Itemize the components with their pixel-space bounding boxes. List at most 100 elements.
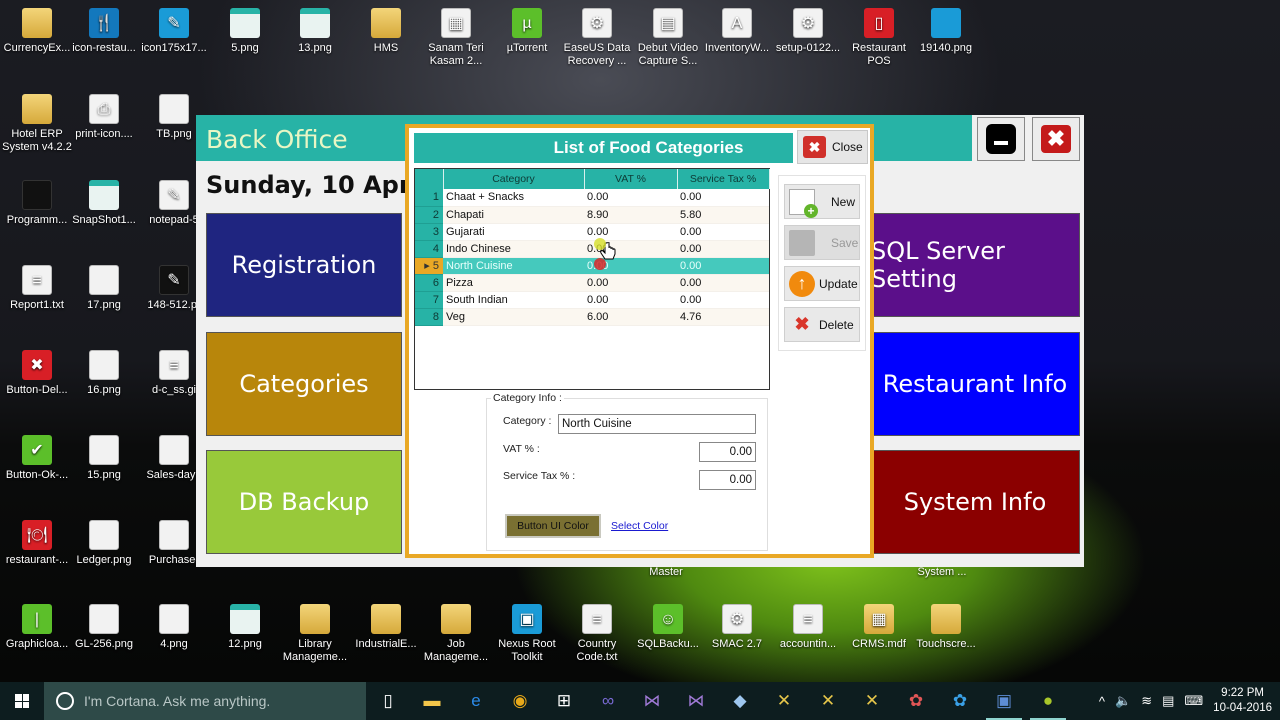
desktop-icon[interactable]: Touchscre... bbox=[909, 604, 983, 651]
app-icon-2[interactable]: ✿ bbox=[938, 682, 982, 720]
row-number[interactable]: 7 bbox=[415, 291, 443, 309]
db-backup-tile[interactable]: DB Backup bbox=[206, 450, 402, 554]
table-row[interactable]: 3 Gujarati 0.00 0.00 bbox=[415, 223, 769, 241]
desktop-icon[interactable]: ≡ accountin... bbox=[771, 604, 845, 651]
volume-icon[interactable]: 🔈 bbox=[1115, 693, 1131, 709]
table-row[interactable]: 1 Chaat + Snacks 0.00 0.00 bbox=[415, 189, 769, 207]
wifi-icon[interactable]: ≋ bbox=[1141, 693, 1152, 709]
vat-cell[interactable]: 8.90 bbox=[584, 206, 677, 224]
table-row[interactable]: 7 South Indian 0.00 0.00 bbox=[415, 291, 769, 309]
desktop-icon[interactable]: Hotel ERP System v4.2.2 bbox=[0, 94, 74, 154]
row-number[interactable]: 6 bbox=[415, 274, 443, 292]
desktop-icon[interactable]: 12.png bbox=[208, 604, 282, 651]
service-tax-cell[interactable]: 0.00 bbox=[677, 189, 769, 207]
desktop-icon[interactable]: 19140.png bbox=[909, 8, 983, 55]
visual-studio-code-icon[interactable]: ∞ bbox=[586, 682, 630, 720]
desktop-icon[interactable]: ✖ Button-Del... bbox=[0, 350, 74, 397]
desktop-icon[interactable]: Job Manageme... bbox=[419, 604, 493, 664]
category-cell[interactable]: South Indian bbox=[443, 291, 584, 309]
save-app-icon[interactable]: ▣ bbox=[982, 682, 1026, 720]
service-tax-cell[interactable]: 0.00 bbox=[677, 257, 769, 275]
table-row[interactable]: 6 Pizza 0.00 0.00 bbox=[415, 274, 769, 292]
desktop-icon[interactable]: ▣ Nexus Root Toolkit bbox=[490, 604, 564, 664]
desktop-icon[interactable]: Programm... bbox=[0, 180, 74, 227]
categories-tile[interactable]: Categories bbox=[206, 332, 402, 436]
edge-icon[interactable]: e bbox=[454, 682, 498, 720]
setup-tool-icon-3[interactable]: ✕ bbox=[850, 682, 894, 720]
desktop-icon[interactable]: SnapShot1... bbox=[67, 180, 141, 227]
window-close-button[interactable]: ✖ bbox=[1032, 117, 1080, 161]
dialog-close-button[interactable]: ✖ Close bbox=[797, 130, 868, 164]
button-ui-color-button[interactable]: Button UI Color bbox=[505, 514, 601, 538]
task-view-icon[interactable]: ▯ bbox=[366, 682, 410, 720]
select-color-link[interactable]: Select Color bbox=[611, 520, 668, 532]
desktop-icon[interactable]: ≡ Report1.txt bbox=[0, 265, 74, 312]
desktop-icon[interactable]: Library Manageme... bbox=[278, 604, 352, 664]
vat-cell[interactable]: 0.00 bbox=[584, 274, 677, 292]
desktop-icon[interactable]: 17.png bbox=[67, 265, 141, 312]
desktop-icon[interactable]: 16.png bbox=[67, 350, 141, 397]
service-tax-cell[interactable]: 0.00 bbox=[677, 274, 769, 292]
desktop-icon[interactable]: ⚙ setup-0122... bbox=[771, 8, 845, 55]
app-icon[interactable]: ✿ bbox=[894, 682, 938, 720]
service-tax-cell[interactable]: 5.80 bbox=[677, 206, 769, 224]
clock[interactable]: 9:22 PM 10-04-2016 bbox=[1213, 686, 1272, 716]
desktop-icon[interactable]: Ledger.png bbox=[67, 520, 141, 567]
visual-studio-icon[interactable]: ⋈ bbox=[630, 682, 674, 720]
row-number[interactable]: 4 bbox=[415, 240, 443, 258]
service-tax-cell[interactable]: 0.00 bbox=[677, 223, 769, 241]
category-input[interactable] bbox=[558, 414, 756, 434]
keyboard-icon[interactable]: ⌨ bbox=[1184, 693, 1203, 709]
desktop-icon[interactable]: ▦ CRMS.mdf bbox=[842, 604, 916, 651]
column-header-category[interactable]: Category bbox=[443, 169, 585, 189]
desktop-icon[interactable]: ⎙ print-icon.... bbox=[67, 94, 141, 141]
desktop-icon[interactable]: IndustrialE... bbox=[349, 604, 423, 651]
desktop-icon[interactable]: ✎ icon175x17... bbox=[137, 8, 211, 55]
row-number[interactable]: 2 bbox=[415, 206, 443, 224]
service-tax-cell[interactable]: 0.00 bbox=[677, 291, 769, 309]
row-number[interactable]: 1 bbox=[415, 189, 443, 207]
restaurant-info-tile[interactable]: Restaurant Info bbox=[870, 332, 1080, 436]
restaurant-app-icon[interactable]: ● bbox=[1026, 682, 1070, 720]
service-tax-input[interactable] bbox=[699, 470, 756, 490]
visual-studio-icon-2[interactable]: ⋈ bbox=[674, 682, 718, 720]
table-row[interactable]: ▸ 5North Cuisine0.000.00 bbox=[415, 257, 769, 275]
desktop-icon[interactable]: 🍽 restaurant-... bbox=[0, 520, 74, 567]
category-cell[interactable]: Veg bbox=[443, 308, 584, 326]
desktop-icon[interactable]: 🍴 icon-restau... bbox=[67, 8, 141, 55]
desktop-icon[interactable]: CurrencyEx... bbox=[0, 8, 74, 55]
chrome-icon[interactable]: ◉ bbox=[498, 682, 542, 720]
save-button[interactable]: Save bbox=[784, 225, 860, 260]
desktop-icon-label[interactable]: Master bbox=[629, 566, 703, 579]
new-button[interactable]: New bbox=[784, 184, 860, 219]
desktop-icon[interactable]: ⚙ SMAC 2.7 bbox=[700, 604, 774, 651]
desktop-icon[interactable]: ⚙ EaseUS Data Recovery ... bbox=[560, 8, 634, 68]
desktop-icon[interactable]: ▦ Sanam Teri Kasam 2... bbox=[419, 8, 493, 68]
minimize-button[interactable] bbox=[977, 117, 1025, 161]
table-row[interactable]: 2 Chapati 8.90 5.80 bbox=[415, 206, 769, 224]
setup-tool-icon[interactable]: ✕ bbox=[762, 682, 806, 720]
row-number[interactable]: 3 bbox=[415, 223, 443, 241]
desktop-icon[interactable]: 13.png bbox=[278, 8, 352, 55]
vat-cell[interactable]: 6.00 bbox=[584, 308, 677, 326]
desktop-icon[interactable]: ☺ SQLBacku... bbox=[631, 604, 705, 651]
desktop-icon[interactable]: | Graphicloa... bbox=[0, 604, 74, 651]
desktop-icon[interactable]: ▯ Restaurant POS bbox=[842, 8, 916, 68]
desktop-icon[interactable]: µ µTorrent bbox=[490, 8, 564, 55]
update-button[interactable]: ↑ Update bbox=[784, 266, 860, 301]
categories-grid[interactable]: Category VAT % Service Tax % 1 Chaat + Sn… bbox=[414, 168, 770, 390]
show-hidden-icons-chevron-icon[interactable]: ^ bbox=[1099, 694, 1105, 709]
category-cell[interactable]: North Cuisine bbox=[443, 257, 584, 275]
desktop-icon[interactable]: ✔ Button-Ok-... bbox=[0, 435, 74, 482]
start-button[interactable] bbox=[0, 682, 44, 720]
desktop-icon[interactable]: 5.png bbox=[208, 8, 282, 55]
system-info-tile[interactable]: System Info bbox=[870, 450, 1080, 554]
action-center-icon[interactable]: ▤ bbox=[1162, 693, 1174, 709]
desktop-icon[interactable]: 15.png bbox=[67, 435, 141, 482]
desktop-icon-label[interactable]: System ... bbox=[905, 566, 979, 579]
category-cell[interactable]: Gujarati bbox=[443, 223, 584, 241]
desktop-icon[interactable]: GL-256.png bbox=[67, 604, 141, 651]
vat-cell[interactable]: 0.00 bbox=[584, 189, 677, 207]
category-cell[interactable]: Pizza bbox=[443, 274, 584, 292]
registration-tile[interactable]: Registration bbox=[206, 213, 402, 317]
